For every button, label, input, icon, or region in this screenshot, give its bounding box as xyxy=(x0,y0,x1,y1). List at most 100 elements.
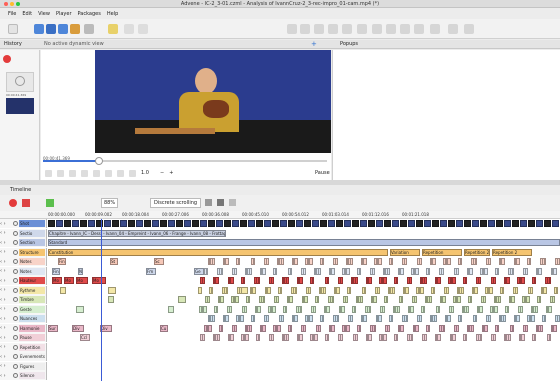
annotation-tick[interactable] xyxy=(414,296,417,303)
annotation-tick[interactable] xyxy=(497,324,499,332)
annotation[interactable]: N xyxy=(78,267,83,275)
annotation-tick[interactable] xyxy=(369,305,371,313)
annotation-tick[interactable] xyxy=(226,286,228,294)
view-13-icon[interactable] xyxy=(464,24,474,34)
annotation-tick[interactable] xyxy=(521,334,525,341)
annotation-tick[interactable] xyxy=(299,334,303,341)
annotation-tick[interactable] xyxy=(212,258,215,265)
annotation-tick[interactable] xyxy=(525,267,528,275)
row-visibility-icon[interactable] xyxy=(13,373,18,378)
row-nav-icon[interactable]: ‹ › xyxy=(0,278,13,284)
timeline-record-icon[interactable] xyxy=(9,199,17,207)
row-visibility-icon[interactable] xyxy=(13,325,18,331)
annotation-tick[interactable] xyxy=(501,258,505,265)
annotation-tick[interactable] xyxy=(355,334,358,341)
annotation-tick[interactable] xyxy=(217,334,220,341)
annotation-tick[interactable] xyxy=(410,305,414,313)
annotation-tick[interactable] xyxy=(534,277,536,284)
row-visibility-icon[interactable] xyxy=(13,287,18,293)
annotation-tick[interactable] xyxy=(240,315,244,322)
row-visibility-icon[interactable] xyxy=(13,363,18,369)
annotation-tick[interactable] xyxy=(271,277,274,284)
row-label[interactable]: Nuances xyxy=(19,315,45,322)
filmstrip-frame[interactable] xyxy=(400,220,407,227)
annotation[interactable]: Sur xyxy=(48,324,58,332)
annotation-tick[interactable] xyxy=(508,334,511,341)
annotation-tick[interactable] xyxy=(475,258,477,265)
annotation-tick[interactable] xyxy=(340,277,343,284)
filmstrip-frame[interactable] xyxy=(128,220,135,227)
annotation-tick[interactable] xyxy=(507,305,509,313)
annotation-tick[interactable] xyxy=(535,305,538,313)
row-visibility-icon[interactable] xyxy=(13,354,18,359)
annotation-tick[interactable] xyxy=(419,258,422,265)
filmstrip-frame[interactable] xyxy=(152,220,159,227)
annotation-tick[interactable] xyxy=(457,296,461,303)
annotation-tick[interactable] xyxy=(512,324,514,332)
new-file-icon[interactable] xyxy=(8,24,18,34)
filmstrip-frame[interactable] xyxy=(456,220,463,227)
annotation-tick[interactable] xyxy=(286,277,289,284)
filmstrip-frame[interactable] xyxy=(528,220,535,227)
tab-history[interactable]: History xyxy=(4,41,22,47)
annotation-tick[interactable] xyxy=(382,305,385,313)
filmstrip-frame[interactable] xyxy=(320,220,327,227)
annotation-tick[interactable] xyxy=(253,315,255,322)
view-9-icon[interactable] xyxy=(400,24,410,34)
pause-icon[interactable] xyxy=(81,169,88,177)
annotation-tick[interactable] xyxy=(469,267,473,275)
annotation-tick[interactable] xyxy=(387,324,390,332)
import-icon[interactable] xyxy=(70,24,80,34)
filmstrip-frame[interactable] xyxy=(488,220,495,227)
annotation-tick[interactable] xyxy=(206,267,208,275)
row-label[interactable]: Silence xyxy=(19,372,45,379)
annotation-tick[interactable] xyxy=(534,334,536,341)
annotation-tick[interactable] xyxy=(400,324,404,332)
open-icon[interactable] xyxy=(34,24,44,34)
menu-player[interactable]: Player xyxy=(56,11,72,17)
row-nav-icon[interactable]: ‹ › xyxy=(0,240,13,246)
annotation-tick[interactable] xyxy=(229,305,232,313)
annotation-tick[interactable] xyxy=(212,315,215,322)
fullscreen-icon[interactable] xyxy=(117,169,124,177)
view-12-icon[interactable] xyxy=(448,24,458,34)
annotation-tick[interactable] xyxy=(434,315,437,322)
annotation[interactable]: Fin xyxy=(58,258,66,265)
annotation-tick[interactable] xyxy=(331,267,335,275)
menu-view[interactable]: View xyxy=(38,11,50,17)
history-thumbnail[interactable] xyxy=(6,98,34,114)
row-nav-icon[interactable]: ‹ › xyxy=(0,287,13,293)
annotation-tick[interactable] xyxy=(318,267,321,275)
annotation-tick[interactable] xyxy=(396,334,398,341)
filmstrip-frame[interactable] xyxy=(448,220,455,227)
annotation[interactable]: Mo xyxy=(76,277,88,284)
annotation-tick[interactable] xyxy=(451,305,454,313)
filmstrip-frame[interactable] xyxy=(168,220,175,227)
row-label[interactable]: Notes xyxy=(19,267,45,275)
annotation-tick[interactable] xyxy=(529,258,531,265)
annotation-tick[interactable] xyxy=(502,286,504,294)
annotation-tick[interactable] xyxy=(397,305,400,313)
annotation-tick[interactable] xyxy=(526,296,530,303)
annotation-tick[interactable] xyxy=(488,315,491,322)
annotation-tick[interactable] xyxy=(443,324,445,332)
annotation-tick[interactable] xyxy=(429,296,432,303)
annotation[interactable]: Div xyxy=(72,324,84,332)
annotation-tick[interactable] xyxy=(392,286,395,294)
play-icon[interactable] xyxy=(69,169,76,177)
playhead[interactable] xyxy=(101,219,102,381)
filmstrip-frame[interactable] xyxy=(416,220,423,227)
filmstrip-frame[interactable] xyxy=(256,220,263,227)
annotation-tick[interactable] xyxy=(262,324,266,332)
annotation-tick[interactable] xyxy=(272,305,276,313)
annotation-tick[interactable] xyxy=(309,258,313,265)
annotation-tick[interactable] xyxy=(346,267,350,275)
annotation-tick[interactable] xyxy=(488,258,491,265)
filmstrip-frame[interactable] xyxy=(512,220,519,227)
annotation-tick[interactable] xyxy=(225,258,229,265)
row-label[interactable]: Shot xyxy=(19,220,45,227)
annotation-tick[interactable] xyxy=(271,334,274,341)
annotation[interactable]: Standard xyxy=(48,239,560,246)
filmstrip-frame[interactable] xyxy=(192,220,199,227)
row-nav-icon[interactable]: ‹ › xyxy=(0,354,13,360)
